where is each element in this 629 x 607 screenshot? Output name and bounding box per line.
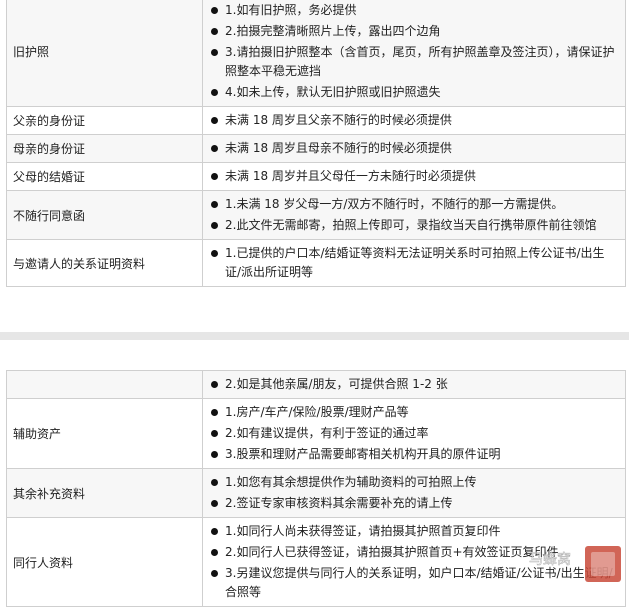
table-row: 旧护照 1.如有旧护照，务必提供 2.拍摄完整清晰照片上传，露出四个边角 3.请拍摄旧… [6, 0, 626, 107]
table-row: 父母的结婚证 未满 18 周岁并且父母任一方未随行时必须提供 [6, 162, 626, 191]
bullet-icon [211, 173, 218, 180]
list-item-text: 2.此文件无需邮寄，拍照上传即可，录指纹当天自行携带原件前往领馆 [225, 218, 597, 232]
row-label: 不随行同意函 [6, 190, 203, 240]
bullet-icon [211, 49, 218, 56]
list-item: 未满 18 周岁且父亲不随行的时候必须提供 [211, 111, 617, 130]
row-content: 1.如您有其余想提供作为辅助资料的可拍照上传 2.签证专家审核资料其余需要补充的请… [202, 468, 626, 518]
list-item-text: 2.如是其他亲属/朋友，可提供合照 1-2 张 [225, 377, 448, 391]
row-label: 辅助资产 [6, 398, 203, 469]
list-item: 1.未满 18 岁父母一方/双方不随行时，不随行的那一方需提供。 [211, 195, 617, 214]
table-row: 不随行同意函 1.未满 18 岁父母一方/双方不随行时，不随行的那一方需提供。 2.… [6, 190, 626, 240]
row-content: 1.房产/车产/保险/股票/理财产品等 2.如有建议提供，有利于签证的通过率 3.股… [202, 398, 626, 469]
row-label: 父亲的身份证 [6, 106, 203, 135]
list-item: 1.如有旧护照，务必提供 [211, 1, 617, 20]
row-content: 1.已提供的户口本/结婚证等资料无法证明关系时可拍照上传公证书/出生证/派出所证… [202, 239, 626, 287]
list-item-text: 2.如有建议提供，有利于签证的通过率 [225, 426, 429, 440]
row-content: 1.未满 18 岁父母一方/双方不随行时，不随行的那一方需提供。 2.此文件无需邮… [202, 190, 626, 240]
row-label: 旧护照 [6, 0, 203, 107]
list-item-text: 2.拍摄完整清晰照片上传，露出四个边角 [225, 24, 441, 38]
list-item: 3.股票和理财产品需要邮寄相关机构开具的原件证明 [211, 445, 617, 464]
bullet-icon [211, 479, 218, 486]
bullet-icon [211, 117, 218, 124]
list-item-text: 4.如未上传，默认无旧护照或旧护照遗失 [225, 85, 441, 99]
row-label: 与邀请人的关系证明资料 [6, 239, 203, 287]
list-item: 4.如未上传，默认无旧护照或旧护照遗失 [211, 83, 617, 102]
table-row: 辅助资产 1.房产/车产/保险/股票/理财产品等 2.如有建议提供，有利于签证的通过… [6, 398, 626, 469]
list-item-text: 未满 18 周岁并且父母任一方未随行时必须提供 [225, 169, 476, 183]
list-item: 3.请拍摄旧护照整本（含首页，尾页，所有护照盖章及签注页），请保证护照整本平稳无… [211, 43, 617, 81]
requirements-table-top-body: 旧护照 1.如有旧护照，务必提供 2.拍摄完整清晰照片上传，露出四个边角 3.请拍摄旧… [6, 0, 626, 287]
list-item: 1.已提供的户口本/结婚证等资料无法证明关系时可拍照上传公证书/出生证/派出所证… [211, 244, 617, 282]
table-row: 其余补充资料 1.如您有其余想提供作为辅助资料的可拍照上传 2.签证专家审核资料其余… [6, 468, 626, 518]
bullet-list: 1.如您有其余想提供作为辅助资料的可拍照上传 2.签证专家审核资料其余需要补充的请… [211, 473, 617, 513]
bullet-icon [211, 570, 218, 577]
requirements-table-top: 旧护照 1.如有旧护照，务必提供 2.拍摄完整清晰照片上传，露出四个边角 3.请拍摄旧… [6, 0, 626, 287]
bullet-icon [211, 89, 218, 96]
bullet-icon [211, 201, 218, 208]
row-label: 同行人资料 [6, 517, 203, 607]
row-label: 其余补充资料 [6, 468, 203, 518]
list-item: 2.签证专家审核资料其余需要补充的请上传 [211, 494, 617, 513]
bullet-icon [211, 381, 218, 388]
list-item-text: 1.房产/车产/保险/股票/理财产品等 [225, 405, 409, 419]
list-item-text: 1.未满 18 岁父母一方/双方不随行时，不随行的那一方需提供。 [225, 197, 564, 211]
bullet-list: 未满 18 周岁且母亲不随行的时候必须提供 [211, 139, 617, 158]
list-item: 未满 18 周岁且母亲不随行的时候必须提供 [211, 139, 617, 158]
table-row: 母亲的身份证 未满 18 周岁且母亲不随行的时候必须提供 [6, 134, 626, 163]
watermark-logo-icon: 马蜂窝 [527, 540, 625, 586]
row-label [6, 370, 203, 399]
row-content: 未满 18 周岁且母亲不随行的时候必须提供 [202, 134, 626, 163]
list-item-text: 1.如同行人尚未获得签证，请拍摄其护照首页复印件 [225, 524, 501, 538]
row-content: 未满 18 周岁并且父母任一方未随行时必须提供 [202, 162, 626, 191]
list-item-text: 1.如有旧护照，务必提供 [225, 3, 357, 17]
bullet-list: 1.未满 18 岁父母一方/双方不随行时，不随行的那一方需提供。 2.此文件无需邮… [211, 195, 617, 235]
table-row: 与邀请人的关系证明资料 1.已提供的户口本/结婚证等资料无法证明关系时可拍照上传公… [6, 239, 626, 287]
bullet-list: 未满 18 周岁并且父母任一方未随行时必须提供 [211, 167, 617, 186]
list-item-text: 1.已提供的户口本/结婚证等资料无法证明关系时可拍照上传公证书/出生证/派出所证… [225, 246, 605, 279]
bullet-list: 1.房产/车产/保险/股票/理财产品等 2.如有建议提供，有利于签证的通过率 3.股… [211, 403, 617, 464]
row-label: 父母的结婚证 [6, 162, 203, 191]
bullet-list: 1.如有旧护照，务必提供 2.拍摄完整清晰照片上传，露出四个边角 3.请拍摄旧护照整… [211, 1, 617, 102]
section-separator [0, 332, 629, 340]
bullet-icon [211, 549, 218, 556]
table-row: 2.如是其他亲属/朋友，可提供合照 1-2 张 [6, 370, 626, 399]
bullet-list: 2.如是其他亲属/朋友，可提供合照 1-2 张 [211, 375, 617, 394]
bullet-icon [211, 409, 218, 416]
bullet-icon [211, 28, 218, 35]
list-item-text: 未满 18 周岁且母亲不随行的时候必须提供 [225, 141, 452, 155]
list-item-text: 3.请拍摄旧护照整本（含首页，尾页，所有护照盖章及签注页），请保证护照整本平稳无… [225, 45, 615, 78]
list-item-text: 2.如同行人已获得签证，请拍摄其护照首页+有效签证页复印件 [225, 545, 559, 559]
bullet-icon [211, 500, 218, 507]
list-item: 1.如同行人尚未获得签证，请拍摄其护照首页复印件 [211, 522, 617, 541]
bullet-list: 未满 18 周岁且父亲不随行的时候必须提供 [211, 111, 617, 130]
list-item: 2.拍摄完整清晰照片上传，露出四个边角 [211, 22, 617, 41]
list-item-text: 3.股票和理财产品需要邮寄相关机构开具的原件证明 [225, 447, 501, 461]
table-row: 父亲的身份证 未满 18 周岁且父亲不随行的时候必须提供 [6, 106, 626, 135]
row-content: 未满 18 周岁且父亲不随行的时候必须提供 [202, 106, 626, 135]
bullet-list: 1.已提供的户口本/结婚证等资料无法证明关系时可拍照上传公证书/出生证/派出所证… [211, 244, 617, 282]
bullet-icon [211, 222, 218, 229]
list-item-text: 未满 18 周岁且父亲不随行的时候必须提供 [225, 113, 452, 127]
watermark-text: 马蜂窝 [529, 551, 571, 568]
bullet-icon [211, 528, 218, 535]
bullet-icon [211, 451, 218, 458]
bullet-icon [211, 430, 218, 437]
row-content: 2.如是其他亲属/朋友，可提供合照 1-2 张 [202, 370, 626, 399]
list-item: 2.此文件无需邮寄，拍照上传即可，录指纹当天自行携带原件前往领馆 [211, 216, 617, 235]
bullet-icon [211, 250, 218, 257]
list-item: 2.如是其他亲属/朋友，可提供合照 1-2 张 [211, 375, 617, 394]
list-item: 2.如有建议提供，有利于签证的通过率 [211, 424, 617, 443]
bullet-icon [211, 7, 218, 14]
list-item: 1.如您有其余想提供作为辅助资料的可拍照上传 [211, 473, 617, 492]
row-label: 母亲的身份证 [6, 134, 203, 163]
list-item-text: 2.签证专家审核资料其余需要补充的请上传 [225, 496, 453, 510]
bullet-icon [211, 145, 218, 152]
list-item-text: 1.如您有其余想提供作为辅助资料的可拍照上传 [225, 475, 477, 489]
list-item: 未满 18 周岁并且父母任一方未随行时必须提供 [211, 167, 617, 186]
row-content: 1.如有旧护照，务必提供 2.拍摄完整清晰照片上传，露出四个边角 3.请拍摄旧护照整… [202, 0, 626, 107]
list-item: 1.房产/车产/保险/股票/理财产品等 [211, 403, 617, 422]
